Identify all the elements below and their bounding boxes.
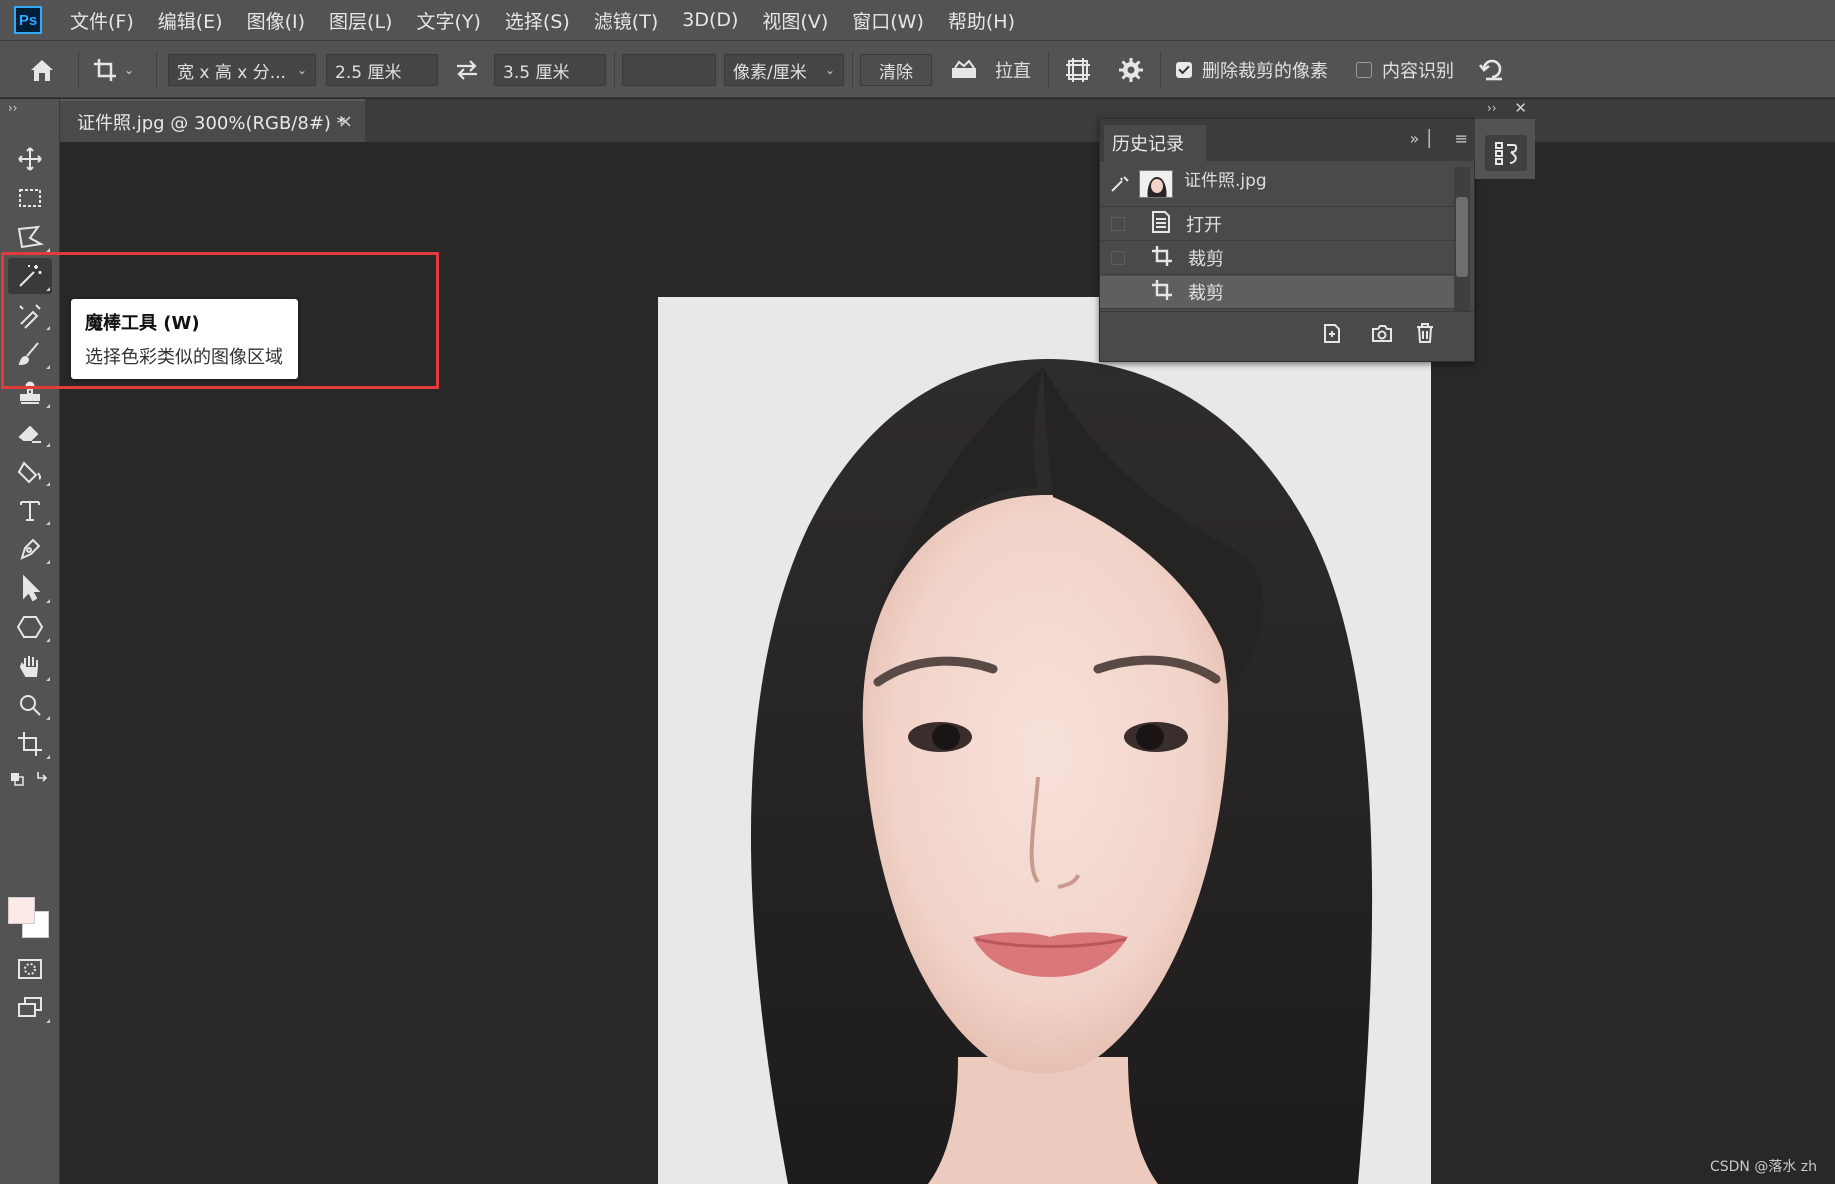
resolution-input[interactable]: [622, 54, 716, 86]
menu-window[interactable]: 窗口(W): [852, 7, 924, 34]
tooltip-title: 魔棒工具 (W): [85, 313, 200, 334]
snapshot-thumbnail: [1139, 169, 1173, 198]
straighten-label[interactable]: 拉直: [995, 57, 1031, 83]
history-scrollbar-thumb[interactable]: [1456, 197, 1468, 277]
rectangular-marquee-tool[interactable]: [8, 180, 52, 216]
panel-menu-icon[interactable]: ≡: [1455, 129, 1468, 148]
path-selection-tool[interactable]: [8, 570, 52, 606]
history-item-label: 裁剪: [1188, 283, 1224, 304]
camera-icon[interactable]: [1370, 322, 1394, 349]
history-snapshot[interactable]: 证件照.jpg: [1100, 161, 1454, 207]
document-icon: [1150, 210, 1172, 239]
history-item-label: 裁剪: [1188, 249, 1224, 270]
tooltip-description: 选择色彩类似的图像区域: [85, 347, 283, 368]
history-brush-icon: [1110, 175, 1130, 198]
history-item-label: 打开: [1186, 215, 1222, 236]
watermark: CSDN @落水 zh: [1709, 1159, 1817, 1175]
menu-filter[interactable]: 滤镜(T): [594, 7, 658, 34]
reset-icon[interactable]: [1478, 53, 1506, 87]
tab-history[interactable]: 历史记录: [1104, 125, 1206, 161]
crop-icon: [1150, 244, 1174, 273]
delete-cropped-checkbox[interactable]: 删除裁剪的像素: [1176, 53, 1328, 87]
swap-icon[interactable]: [454, 53, 480, 87]
history-panel-header: 历史记录 » │ ≡: [1100, 119, 1476, 161]
checkbox-unchecked-icon: [1356, 62, 1372, 78]
ratio-select-value: 宽 x 高 x 分...: [177, 62, 286, 83]
overlay-grid-icon[interactable]: [1064, 53, 1092, 87]
unit-select-value: 像素/厘米: [733, 62, 807, 83]
history-source-checkbox[interactable]: [1111, 285, 1125, 299]
crop-preset-icon[interactable]: ⌄: [92, 53, 134, 87]
polygonal-lasso-tool[interactable]: [8, 219, 52, 255]
screen-mode-tool[interactable]: [8, 990, 52, 1026]
chevron-down-icon: ⌄: [824, 63, 835, 77]
panel-collapse-icon[interactable]: ››: [8, 101, 52, 115]
pen-tool[interactable]: [8, 531, 52, 567]
trash-icon[interactable]: [1414, 322, 1436, 349]
menu-layer[interactable]: 图层(L): [329, 7, 392, 34]
eraser-tool[interactable]: [8, 414, 52, 450]
collapse-icon[interactable]: » │: [1409, 129, 1434, 148]
history-item[interactable]: 裁剪: [1100, 242, 1454, 275]
content-aware-label: 内容识别: [1382, 61, 1454, 82]
menu-view[interactable]: 视图(V): [762, 7, 828, 34]
history-panel-footer: [1100, 311, 1474, 351]
menu-select[interactable]: 选择(S): [505, 7, 570, 34]
zoom-tool[interactable]: [8, 687, 52, 723]
tool-tooltip: 魔棒工具 (W) 选择色彩类似的图像区域: [71, 299, 298, 379]
quick-mask-tool[interactable]: [8, 951, 52, 987]
menu-help[interactable]: 帮助(H): [948, 7, 1015, 34]
history-panel-icon[interactable]: [1485, 135, 1527, 171]
document-tab-title: 证件照.jpg @ 300%(RGB/8#) *: [77, 112, 346, 134]
collapsed-panel-dock: ›› ✕: [1475, 99, 1535, 179]
history-source-checkbox[interactable]: [1111, 217, 1125, 231]
menu-edit[interactable]: 编辑(E): [158, 7, 223, 34]
width-input[interactable]: 2.5 厘米: [326, 54, 438, 86]
gear-icon[interactable]: [1118, 53, 1144, 87]
menu-3d[interactable]: 3D(D): [682, 9, 738, 31]
history-item[interactable]: 打开: [1100, 208, 1454, 241]
unit-select[interactable]: 像素/厘米 ⌄: [724, 54, 844, 86]
document-image[interactable]: [658, 297, 1431, 1184]
menu-type[interactable]: 文字(Y): [416, 7, 480, 34]
history-source-checkbox[interactable]: [1111, 251, 1125, 265]
paint-bucket-tool[interactable]: [8, 453, 52, 489]
color-swatches: [8, 897, 52, 941]
snapshot-label: 证件照.jpg: [1184, 171, 1267, 191]
photoshop-logo[interactable]: Ps: [14, 6, 42, 34]
content-aware-checkbox[interactable]: 内容识别: [1356, 53, 1454, 87]
checkbox-checked-icon: [1176, 62, 1192, 78]
close-icon[interactable]: ×: [338, 111, 353, 132]
menu-file[interactable]: 文件(F): [70, 7, 134, 34]
default-colors-icon[interactable]: [8, 767, 52, 791]
clear-button[interactable]: 清除: [860, 54, 932, 86]
move-tool[interactable]: [8, 141, 52, 177]
straighten-icon[interactable]: [950, 53, 978, 87]
crop-icon: [1150, 278, 1174, 307]
foreground-color-swatch[interactable]: [8, 897, 35, 924]
history-item-current[interactable]: 裁剪: [1100, 276, 1454, 309]
collapsed-panel-header[interactable]: ›› ✕: [1475, 99, 1535, 119]
history-scrollbar[interactable]: [1454, 167, 1470, 335]
delete-cropped-label: 删除裁剪的像素: [1202, 61, 1328, 82]
expand-panels-icon[interactable]: ››: [1487, 101, 1497, 115]
crop-tool[interactable]: [8, 726, 52, 762]
close-icon[interactable]: ✕: [1514, 99, 1527, 117]
type-tool[interactable]: [8, 492, 52, 528]
document-tab[interactable]: 证件照.jpg @ 300%(RGB/8#) * ×: [60, 99, 365, 142]
chevron-down-icon: ⌄: [124, 63, 135, 77]
height-input[interactable]: 3.5 厘米: [494, 54, 606, 86]
document-tab-bar: 证件照.jpg @ 300%(RGB/8#) * ×: [60, 99, 1835, 142]
history-panel: 历史记录 » │ ≡ 证件照.jpg 打开 裁剪 裁剪: [1099, 118, 1476, 362]
shape-tool[interactable]: [8, 609, 52, 645]
ratio-select[interactable]: 宽 x 高 x 分... ⌄: [168, 54, 316, 86]
new-document-from-state-icon[interactable]: [1320, 322, 1344, 349]
home-icon[interactable]: [28, 53, 56, 87]
menu-image[interactable]: 图像(I): [247, 7, 305, 34]
options-bar: ⌄ 宽 x 高 x 分... ⌄ 2.5 厘米 3.5 厘米 像素/厘米 ⌄ 清…: [0, 40, 1835, 98]
chevron-down-icon: ⌄: [296, 63, 307, 77]
menu-bar: Ps 文件(F) 编辑(E) 图像(I) 图层(L) 文字(Y) 选择(S) 滤…: [0, 0, 1835, 40]
hand-tool[interactable]: [8, 648, 52, 684]
